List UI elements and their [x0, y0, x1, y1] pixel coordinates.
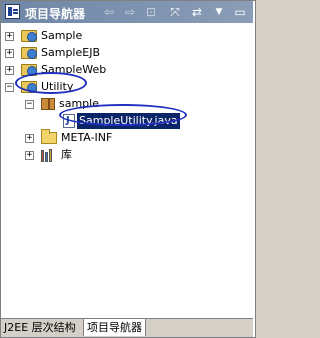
- tree-item-meta-inf[interactable]: + META-INF: [1, 129, 251, 146]
- tree-item-sampleutility-java[interactable]: SampleUtility.java: [1, 113, 251, 129]
- project-icon: [21, 81, 37, 93]
- project-icon: [21, 47, 37, 59]
- view-menu-icon[interactable]: ▼: [211, 4, 227, 20]
- tree-item-label: SampleWeb: [41, 63, 107, 76]
- tree-item-sample-package[interactable]: − sample: [1, 96, 251, 112]
- tree-item-utility[interactable]: − Utility: [1, 79, 251, 95]
- back-icon[interactable]: ⇦: [101, 4, 117, 20]
- java-file-icon: [63, 113, 75, 129]
- expand-toggle[interactable]: +: [5, 49, 14, 58]
- tree-item-label: SampleUtility.java: [77, 113, 180, 129]
- collapse-toggle[interactable]: −: [5, 83, 14, 92]
- up-icon[interactable]: ⊡: [143, 4, 159, 20]
- project-tree: + Sample + SampleEJB + SampleWeb − Utili…: [1, 23, 253, 318]
- collapse-all-icon[interactable]: ⤧: [167, 4, 183, 20]
- tree-item-label: SampleEJB: [41, 46, 100, 59]
- forward-icon[interactable]: ⇨: [122, 4, 138, 20]
- expand-toggle[interactable]: +: [5, 66, 14, 75]
- title-bar: 项目导航器 ⇦ ⇨ ⊡ ⤧ ⇄ ▼ ▭: [1, 1, 253, 23]
- expand-toggle[interactable]: +: [25, 151, 34, 160]
- collapse-toggle[interactable]: −: [25, 100, 34, 109]
- expand-toggle[interactable]: +: [5, 32, 14, 41]
- maximize-icon[interactable]: ▭: [232, 4, 248, 20]
- navigator-view-icon: [5, 4, 20, 19]
- project-icon: [21, 30, 37, 42]
- tree-item-label: META-INF: [61, 131, 113, 144]
- tree-item-label: Sample: [41, 29, 83, 42]
- tree-item-sample[interactable]: + Sample: [1, 28, 251, 44]
- folder-icon: [41, 129, 57, 144]
- tree-item-libraries[interactable]: + 库: [1, 147, 251, 163]
- tree-item-label: 库: [61, 148, 72, 161]
- library-icon: [41, 149, 55, 162]
- link-with-editor-icon[interactable]: ⇄: [189, 4, 205, 20]
- expand-toggle[interactable]: +: [25, 134, 34, 143]
- package-icon: [41, 98, 55, 110]
- tree-item-sampleweb[interactable]: + SampleWeb: [1, 62, 251, 78]
- panel-title: 项目导航器: [25, 7, 86, 21]
- tree-item-label: sample: [59, 97, 99, 110]
- tree-item-label: Utility: [41, 80, 74, 93]
- project-icon: [21, 64, 37, 76]
- tab-project-navigator[interactable]: 项目导航器: [83, 319, 146, 336]
- tree-item-sampleejb[interactable]: + SampleEJB: [1, 45, 251, 61]
- view-tabs: J2EE 层次结构 项目导航器: [1, 318, 253, 337]
- tab-j2ee-hierarchy[interactable]: J2EE 层次结构: [1, 319, 79, 336]
